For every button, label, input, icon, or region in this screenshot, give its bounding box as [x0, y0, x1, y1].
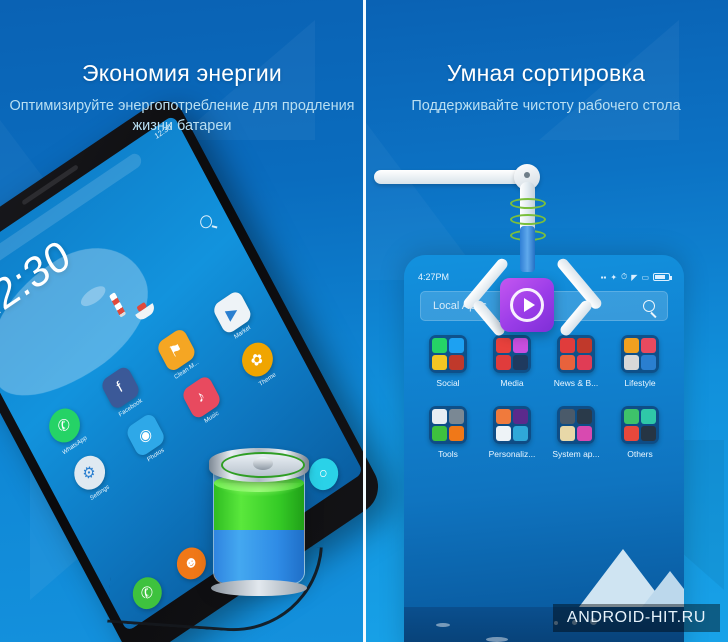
crane-coil: [510, 198, 546, 209]
folder-icon[interactable]: [557, 335, 595, 373]
left-title: Экономия энергии: [82, 60, 282, 86]
folder-mini-icon: [496, 355, 511, 370]
panel-divider: [363, 0, 366, 642]
folder-mini-icon: [449, 409, 464, 424]
folder-label: Others: [627, 449, 653, 459]
claw-arm-right: [555, 256, 604, 312]
folder-label: Tools: [438, 449, 458, 459]
folder-mini-icon: [449, 355, 464, 370]
right-title: Умная сортировка: [446, 60, 646, 86]
folder-label: Personaliz...: [488, 449, 536, 459]
wallpaper-speck: [436, 623, 450, 627]
folder-label: Social: [436, 378, 460, 388]
battery-cap: [209, 448, 309, 482]
left-subtitle: Оптимизируйте энергопотребление для прод…: [9, 98, 355, 134]
folder-item[interactable]: Others: [608, 406, 672, 459]
folder-icon[interactable]: [493, 335, 531, 373]
folder-item[interactable]: Tools: [416, 406, 480, 459]
folder-item[interactable]: Personaliz...: [480, 406, 544, 459]
folder-mini-icon: [560, 338, 575, 353]
play-triangle: [523, 298, 535, 312]
folder-grid: Social Media News & B... Lifestyle Tools Pers…: [404, 335, 684, 459]
folder-mini-icon: [624, 338, 639, 353]
folder-mini-icon: [560, 409, 575, 424]
folder-mini-icon: [624, 355, 639, 370]
tilted-phone-wrapper: Search 12:30 12:30 ✆WhatsAppfFacebook⚑Cl…: [0, 91, 387, 642]
folder-mini-icon: [577, 409, 592, 424]
folder-mini-icon: [496, 338, 511, 353]
folder-mini-icon: [496, 409, 511, 424]
folder-label: System ap...: [552, 449, 600, 459]
folder-mini-icon: [624, 409, 639, 424]
folder-mini-icon: [432, 409, 447, 424]
wallpaper-speck: [486, 637, 508, 642]
crane-shaft: [520, 226, 535, 272]
folder-mini-icon: [577, 355, 592, 370]
folder-label: Media: [500, 378, 524, 388]
play-ring: [510, 288, 544, 322]
battery-body: [213, 466, 305, 584]
folder-mini-icon: [577, 426, 592, 441]
folder-mini-icon: [449, 426, 464, 441]
folder-mini-icon: [432, 426, 447, 441]
folder-mini-icon: [560, 426, 575, 441]
folder-mini-icon: [513, 355, 528, 370]
folder-mini-icon: [624, 426, 639, 441]
robotic-claw-icon: [374, 160, 684, 338]
right-subtitle: Поддерживайте чистоту рабочего стола: [411, 98, 681, 114]
folder-mini-icon: [513, 426, 528, 441]
folder-label: Lifestyle: [624, 378, 656, 388]
folder-item[interactable]: Lifestyle: [608, 335, 672, 388]
folder-item[interactable]: Social: [416, 335, 480, 388]
folder-label: News & B...: [553, 378, 599, 388]
folder-icon[interactable]: [557, 406, 595, 444]
watermark: ANDROID-HIT.RU: [552, 604, 720, 632]
folder-icon[interactable]: [493, 406, 531, 444]
battery-base: [211, 580, 307, 596]
folder-mini-icon: [513, 409, 528, 424]
folder-mini-icon: [641, 338, 656, 353]
battery-terminal: [253, 457, 273, 470]
folder-icon[interactable]: [429, 335, 467, 373]
mountain-peak: [642, 571, 684, 607]
folder-mini-icon: [449, 338, 464, 353]
folder-mini-icon: [641, 426, 656, 441]
folder-mini-icon: [432, 338, 447, 353]
folder-item[interactable]: News & B...: [544, 335, 608, 388]
folder-mini-icon: [641, 409, 656, 424]
folder-item[interactable]: Media: [480, 335, 544, 388]
folder-mini-icon: [496, 426, 511, 441]
play-media-icon[interactable]: [500, 278, 554, 332]
search-icon[interactable]: [198, 212, 215, 231]
folder-mini-icon: [560, 355, 575, 370]
folder-mini-icon: [513, 338, 528, 353]
folder-icon[interactable]: [429, 406, 467, 444]
left-heading-block: Экономия энергии Оптимизируйте энергопот…: [0, 60, 364, 136]
crane-rail: [374, 170, 524, 184]
folder-mini-icon: [432, 355, 447, 370]
folder-mini-icon: [641, 355, 656, 370]
right-heading-block: Умная сортировка Поддерживайте чистоту р…: [364, 60, 728, 116]
folder-icon[interactable]: [621, 335, 659, 373]
battery-fill-green: [214, 474, 304, 530]
folder-mini-icon: [577, 338, 592, 353]
folder-icon[interactable]: [621, 406, 659, 444]
promo-screenshot: Экономия энергии Оптимизируйте энергопот…: [0, 0, 728, 642]
crane-coil: [510, 214, 546, 225]
folder-item[interactable]: System ap...: [544, 406, 608, 459]
battery-fill-blue: [214, 527, 304, 583]
battery-icon: [205, 438, 315, 598]
